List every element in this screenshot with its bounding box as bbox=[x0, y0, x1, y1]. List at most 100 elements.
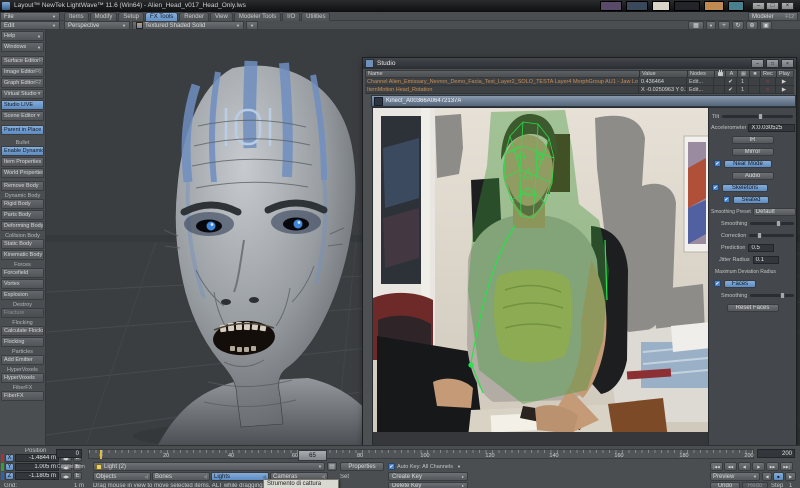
sidebar-item-virtual-studio[interactable]: Virtual Studio ▼ bbox=[1, 89, 44, 99]
tab-utilities[interactable]: Utilities bbox=[301, 11, 331, 22]
taskbar-thumbnail[interactable] bbox=[626, 1, 648, 11]
studio-maximize-button[interactable]: □ bbox=[766, 59, 779, 68]
taskbar-thumbnail[interactable] bbox=[674, 1, 700, 11]
viewport-options-dropdown[interactable]: ▼ bbox=[246, 21, 258, 30]
sidebar-item-kinematic-body[interactable]: Kinematic Body bbox=[1, 250, 44, 260]
skeletons-toggle[interactable]: Skeletons bbox=[722, 183, 768, 192]
redo-button[interactable]: Redo bbox=[742, 482, 768, 488]
audio-button[interactable]: Audio bbox=[731, 171, 774, 180]
nodes-edit-button[interactable]: Edit... bbox=[687, 77, 714, 86]
smoothing-preset-dropdown[interactable]: Default bbox=[752, 207, 796, 216]
taskbar-thumbnail[interactable] bbox=[652, 1, 670, 11]
sidebar-item-add-emitter[interactable]: Add Emitter bbox=[1, 355, 44, 365]
studio-minimize-button[interactable]: – bbox=[751, 59, 764, 68]
close-button[interactable]: × bbox=[781, 2, 794, 10]
sidebar-item-scene-editor[interactable]: Scene Editor ▼ bbox=[1, 111, 44, 121]
prediction-field[interactable]: 0.5 bbox=[748, 243, 775, 252]
play-toggle[interactable]: ▶ bbox=[776, 78, 792, 86]
sidebar-item-parts-body[interactable]: Parts Body bbox=[1, 210, 44, 220]
faces-toggle[interactable]: Faces bbox=[724, 279, 756, 288]
play-forward-button[interactable]: ▶ bbox=[785, 472, 796, 481]
tab-view[interactable]: View bbox=[209, 11, 233, 22]
tab-modify[interactable]: Modify bbox=[89, 11, 118, 22]
correction-slider[interactable] bbox=[749, 232, 794, 239]
studio-title-bar[interactable]: Studio – □ × bbox=[363, 58, 796, 69]
tab-setup[interactable]: Setup bbox=[118, 11, 145, 22]
lights-button[interactable]: Lights ◁ bbox=[211, 472, 269, 481]
record-toggle[interactable]: ○ bbox=[760, 77, 776, 86]
z-nudge-buttons[interactable]: ◀▶ bbox=[60, 472, 72, 480]
sidebar-item-flocking[interactable]: Flocking bbox=[1, 337, 44, 347]
sidebar-item-fiberfx[interactable]: FiberFX bbox=[1, 391, 44, 401]
sidebar-item-vortex[interactable]: Vortex bbox=[1, 279, 44, 289]
sidebar-item-enable-dynamics[interactable]: Enable Dynamics bbox=[1, 146, 44, 156]
bones-button[interactable]: Bones ◁ bbox=[152, 472, 210, 481]
sidebar-item-fracture[interactable]: Fracture bbox=[1, 308, 44, 318]
y-axis-button[interactable]: Y bbox=[5, 463, 14, 471]
viewport-mode-dropdown[interactable]: Perspective ▼ bbox=[64, 21, 130, 30]
smoothing-slider[interactable] bbox=[750, 220, 794, 227]
delete-key-button[interactable]: Delete Key ▸ bbox=[388, 482, 468, 488]
help-menu[interactable]: Help ▼ bbox=[1, 31, 44, 41]
sidebar-item-parent-in-place[interactable]: Parent in Place bbox=[1, 125, 44, 135]
taskbar-thumbnail[interactable] bbox=[728, 1, 744, 11]
play-reverse-button[interactable]: ◀ bbox=[762, 472, 772, 481]
z-envelope-button[interactable]: E bbox=[73, 472, 82, 480]
z-position-field[interactable]: -1.1805 m bbox=[15, 472, 59, 480]
near-mode-toggle[interactable]: Near Mode bbox=[724, 159, 772, 168]
sidebar-item-deforming-body[interactable]: Deforming Body bbox=[1, 221, 44, 231]
y-position-field[interactable]: 1.005 m bbox=[15, 463, 59, 471]
fit-icon[interactable]: ▣ bbox=[760, 21, 772, 30]
x-position-field[interactable]: -1.4844 m bbox=[15, 454, 59, 462]
play-toggle[interactable]: ▶ bbox=[776, 86, 792, 94]
channel-row[interactable]: ItemMotion Head_Rotation X -0.0250963 Y … bbox=[365, 85, 794, 94]
sidebar-item-explosion[interactable]: Explosion bbox=[1, 290, 44, 300]
auto-key-checkbox[interactable]: ✔ bbox=[388, 463, 395, 470]
taskbar-thumbnail[interactable] bbox=[704, 1, 724, 11]
prev-frame-button[interactable]: ◀| bbox=[738, 462, 751, 471]
prev-key-button[interactable]: ◀◀ bbox=[724, 462, 737, 471]
sidebar-item-rigid-body[interactable]: Rigid Body bbox=[1, 199, 44, 209]
z-axis-button[interactable]: Z bbox=[5, 472, 14, 480]
sidebar-item-static-body[interactable]: Static Body bbox=[1, 239, 44, 249]
next-frame-button[interactable]: |▶ bbox=[752, 462, 765, 471]
mirror-button[interactable]: Mirror bbox=[731, 147, 774, 156]
sidebar-item-surface-editor[interactable]: Surface EditorF5 bbox=[1, 56, 44, 66]
tab-render[interactable]: Render bbox=[179, 11, 209, 22]
current-item-dropdown[interactable]: Light (2) ▼ bbox=[93, 462, 325, 471]
start-frame-field[interactable]: 0 bbox=[56, 449, 82, 458]
undo-button[interactable]: Undo bbox=[710, 482, 740, 488]
sidebar-item-remove-body[interactable]: Remove Body bbox=[1, 181, 44, 191]
file-menu[interactable]: File ▼ bbox=[0, 12, 60, 21]
end-frame-field[interactable]: 200 bbox=[757, 449, 795, 458]
nodes-edit-button[interactable]: Edit... bbox=[687, 85, 714, 94]
go-start-button[interactable]: |◀◀ bbox=[710, 462, 723, 471]
modeler-button[interactable]: Modeler F12 bbox=[748, 12, 798, 21]
tilt-slider[interactable] bbox=[722, 113, 793, 120]
viewport-layout-icon[interactable]: ▦ bbox=[688, 21, 704, 30]
rotate-icon[interactable]: ↻ bbox=[732, 21, 744, 30]
zoom-icon[interactable]: ⊕ bbox=[746, 21, 758, 30]
skeletons-checkbox[interactable]: ✔ bbox=[712, 184, 719, 191]
tab-io[interactable]: I/O bbox=[282, 11, 301, 22]
stop-button[interactable]: ■ bbox=[773, 472, 784, 481]
kinect-title-bar[interactable]: Kinect_A00366A06472137A bbox=[371, 95, 796, 107]
item-list-button[interactable]: ▤ bbox=[327, 462, 337, 471]
taskbar-thumbnail[interactable] bbox=[600, 1, 622, 11]
faces-checkbox[interactable]: ✔ bbox=[714, 280, 721, 287]
viewport-layout-dropdown[interactable]: ▼ bbox=[706, 21, 716, 30]
frame-slider-handle[interactable]: 65 bbox=[298, 450, 327, 461]
sidebar-item-graph-editor[interactable]: Graph Editor F2 bbox=[1, 78, 44, 88]
preview-dropdown[interactable]: Preview ▼ bbox=[710, 472, 760, 481]
faces-smoothing-slider[interactable] bbox=[750, 292, 794, 299]
reset-faces-button[interactable]: Reset Faces bbox=[726, 303, 779, 312]
sidebar-item-studio-live[interactable]: Studio LIVE bbox=[1, 100, 44, 110]
studio-close-button[interactable]: × bbox=[781, 59, 794, 68]
active-checkbox[interactable]: ✔ bbox=[725, 77, 737, 86]
minimize-button[interactable]: – bbox=[752, 2, 765, 10]
shading-mode-dropdown[interactable]: Textured Shaded Solid ▼ bbox=[132, 21, 244, 30]
windows-menu[interactable]: Windows ▼ bbox=[1, 42, 44, 52]
record-toggle[interactable]: ○ bbox=[760, 85, 776, 94]
tab-items[interactable]: Items bbox=[64, 11, 89, 22]
maximize-button[interactable]: □ bbox=[766, 2, 779, 10]
